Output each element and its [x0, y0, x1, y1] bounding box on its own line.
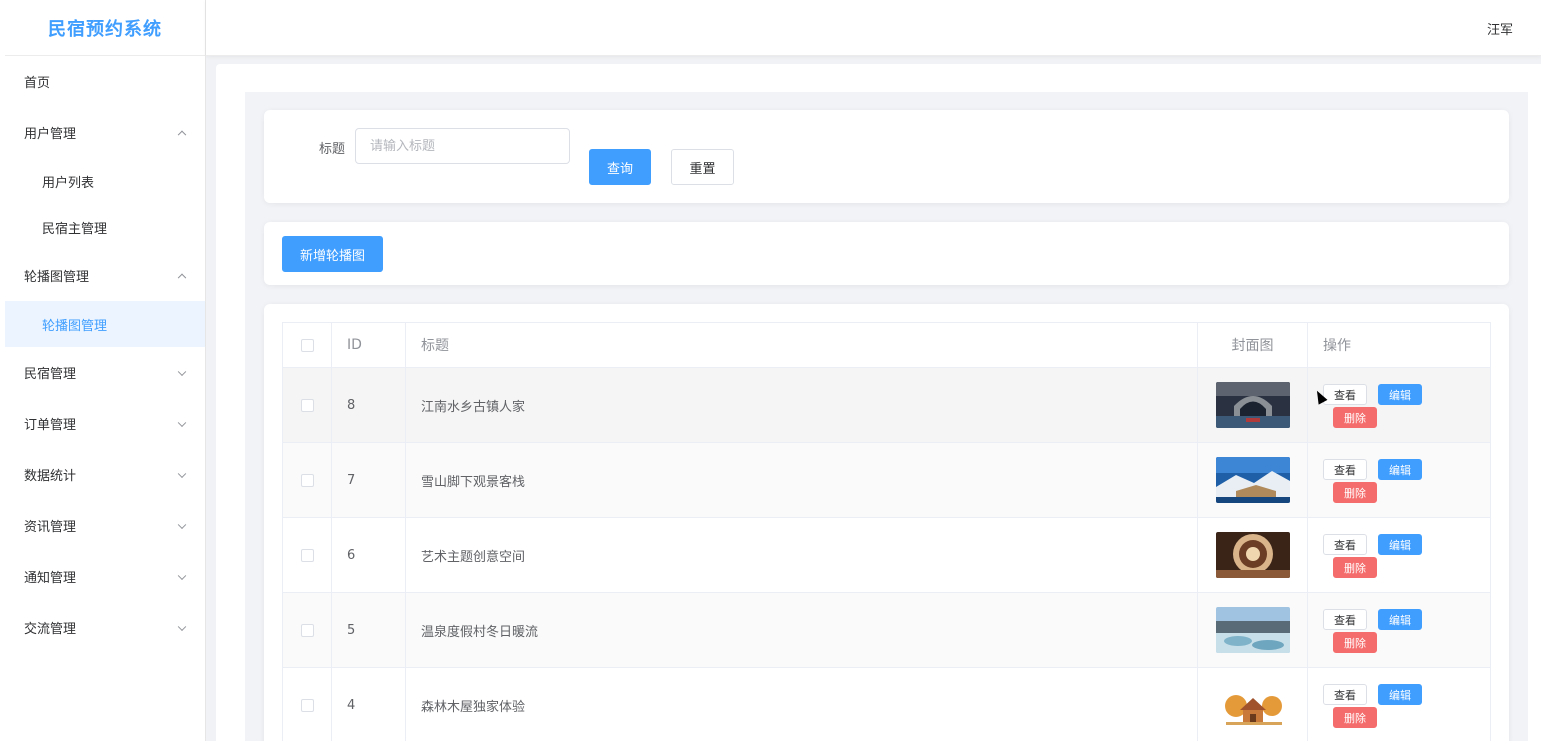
delete-button[interactable]: 删除 [1333, 707, 1377, 728]
row-checkbox[interactable] [300, 548, 314, 562]
row-id: 5 [332, 593, 406, 667]
sidebar-item-statistics[interactable]: 数据统计 [5, 449, 205, 500]
table-row: 8 江南水乡古镇人家 查看 编辑 删除 [283, 368, 1490, 443]
chevron-down-icon [177, 622, 187, 631]
edit-button[interactable]: 编辑 [1378, 384, 1422, 405]
sidebar-item-label: 民宿管理 [24, 367, 77, 382]
row-checkbox[interactable] [300, 698, 314, 712]
edit-button[interactable]: 编辑 [1378, 459, 1422, 480]
table-row: 6 艺术主题创意空间 查看 编辑 删除 [283, 518, 1490, 593]
row-title: 温泉度假村冬日暖流 [406, 593, 1198, 667]
content-area: 标题 查询 重置 新增轮播图 ID 标题 封面图 操作 8 [245, 92, 1528, 741]
sidebar-item-label: 交流管理 [24, 622, 77, 637]
sidebar-item-label: 首页 [24, 76, 51, 91]
sidebar-item-homestay-management[interactable]: 民宿管理 [5, 347, 205, 398]
row-title: 江南水乡古镇人家 [406, 368, 1198, 442]
table-row: 7 雪山脚下观景客栈 查看 编辑 删除 [283, 443, 1490, 518]
table-card: ID 标题 封面图 操作 8 江南水乡古镇人家 查看 编辑 删除 7 雪山脚下观… [264, 304, 1509, 741]
sidebar-item-user-management[interactable]: 用户管理 [5, 107, 205, 158]
view-button[interactable]: 查看 [1323, 684, 1367, 705]
actions-card: 新增轮播图 [264, 222, 1509, 285]
add-carousel-button[interactable]: 新增轮播图 [282, 236, 383, 272]
column-header-actions: 操作 [1323, 338, 1351, 354]
chevron-down-icon [177, 469, 187, 478]
column-header-cover: 封面图 [1198, 323, 1308, 367]
carousel-table: ID 标题 封面图 操作 8 江南水乡古镇人家 查看 编辑 删除 7 雪山脚下观… [282, 322, 1491, 741]
edit-button[interactable]: 编辑 [1378, 609, 1422, 630]
view-button[interactable]: 查看 [1323, 459, 1367, 480]
edit-button[interactable]: 编辑 [1378, 534, 1422, 555]
row-title: 森林木屋独家体验 [406, 668, 1198, 741]
cover-image [1215, 532, 1290, 578]
column-header-id: ID [332, 323, 406, 367]
column-header-title: 标题 [406, 323, 1198, 367]
cover-image [1215, 682, 1290, 728]
table-row: 5 温泉度假村冬日暖流 查看 编辑 删除 [283, 593, 1490, 668]
row-id: 7 [332, 443, 406, 517]
sidebar-item-label: 轮播图管理 [24, 270, 90, 285]
reset-button[interactable]: 重置 [671, 149, 734, 185]
view-button[interactable]: 查看 [1323, 384, 1367, 405]
user-name[interactable]: 汪军 [1487, 19, 1513, 38]
row-title: 艺术主题创意空间 [406, 518, 1198, 592]
table-row: 4 森林木屋独家体验 查看 编辑 删除 [283, 668, 1490, 741]
sidebar-item-label: 订单管理 [24, 418, 77, 433]
title-search-input[interactable] [355, 128, 570, 164]
row-checkbox[interactable] [300, 473, 314, 487]
top-header: 汪军 [206, 0, 1541, 56]
sidebar: 首页 用户管理 用户列表 民宿主管理 轮播图管理 轮播图管理 民宿管理 订单管理… [5, 56, 206, 741]
table-header-row: ID 标题 封面图 操作 [283, 323, 1490, 368]
sidebar-item-label: 资讯管理 [24, 520, 77, 535]
delete-button[interactable]: 删除 [1333, 482, 1377, 503]
chevron-down-icon [177, 367, 187, 376]
cover-image [1215, 607, 1290, 653]
cover-image [1215, 457, 1290, 503]
view-button[interactable]: 查看 [1323, 609, 1367, 630]
sidebar-subitem-host-management[interactable]: 民宿主管理 [5, 204, 205, 250]
delete-button[interactable]: 删除 [1333, 632, 1377, 653]
row-id: 4 [332, 668, 406, 741]
row-checkbox[interactable] [300, 398, 314, 412]
edit-button[interactable]: 编辑 [1378, 684, 1422, 705]
query-button[interactable]: 查询 [589, 149, 651, 185]
sidebar-item-label: 通知管理 [24, 571, 77, 586]
sidebar-subitem-carousel-management[interactable]: 轮播图管理 [5, 301, 205, 347]
delete-button[interactable]: 删除 [1333, 407, 1377, 428]
row-title: 雪山脚下观景客栈 [406, 443, 1198, 517]
sidebar-subitem-user-list[interactable]: 用户列表 [5, 158, 205, 204]
sidebar-item-notice-management[interactable]: 通知管理 [5, 551, 205, 602]
title-filter-label: 标题 [319, 142, 346, 157]
chevron-down-icon [177, 520, 187, 529]
main-panel: 标题 查询 重置 新增轮播图 ID 标题 封面图 操作 8 [216, 64, 1541, 741]
sidebar-item-label: 数据统计 [24, 469, 77, 484]
sidebar-item-label: 用户管理 [24, 127, 77, 142]
search-card: 标题 查询 重置 [264, 110, 1509, 203]
sidebar-item-home[interactable]: 首页 [5, 56, 205, 107]
row-id: 6 [332, 518, 406, 592]
chevron-down-icon [177, 571, 187, 580]
app-logo-title: 民宿预约系统 [5, 0, 206, 56]
cover-image [1215, 382, 1290, 428]
sidebar-item-news-management[interactable]: 资讯管理 [5, 500, 205, 551]
view-button[interactable]: 查看 [1323, 534, 1367, 555]
row-id: 8 [332, 368, 406, 442]
sidebar-item-carousel-management[interactable]: 轮播图管理 [5, 250, 205, 301]
chevron-up-icon [177, 130, 187, 139]
sidebar-item-forum-management[interactable]: 交流管理 [5, 602, 205, 653]
chevron-up-icon [177, 273, 187, 282]
chevron-down-icon [177, 418, 187, 427]
sidebar-item-order-management[interactable]: 订单管理 [5, 398, 205, 449]
delete-button[interactable]: 删除 [1333, 557, 1377, 578]
select-all-checkbox[interactable] [300, 338, 314, 352]
row-checkbox[interactable] [300, 623, 314, 637]
